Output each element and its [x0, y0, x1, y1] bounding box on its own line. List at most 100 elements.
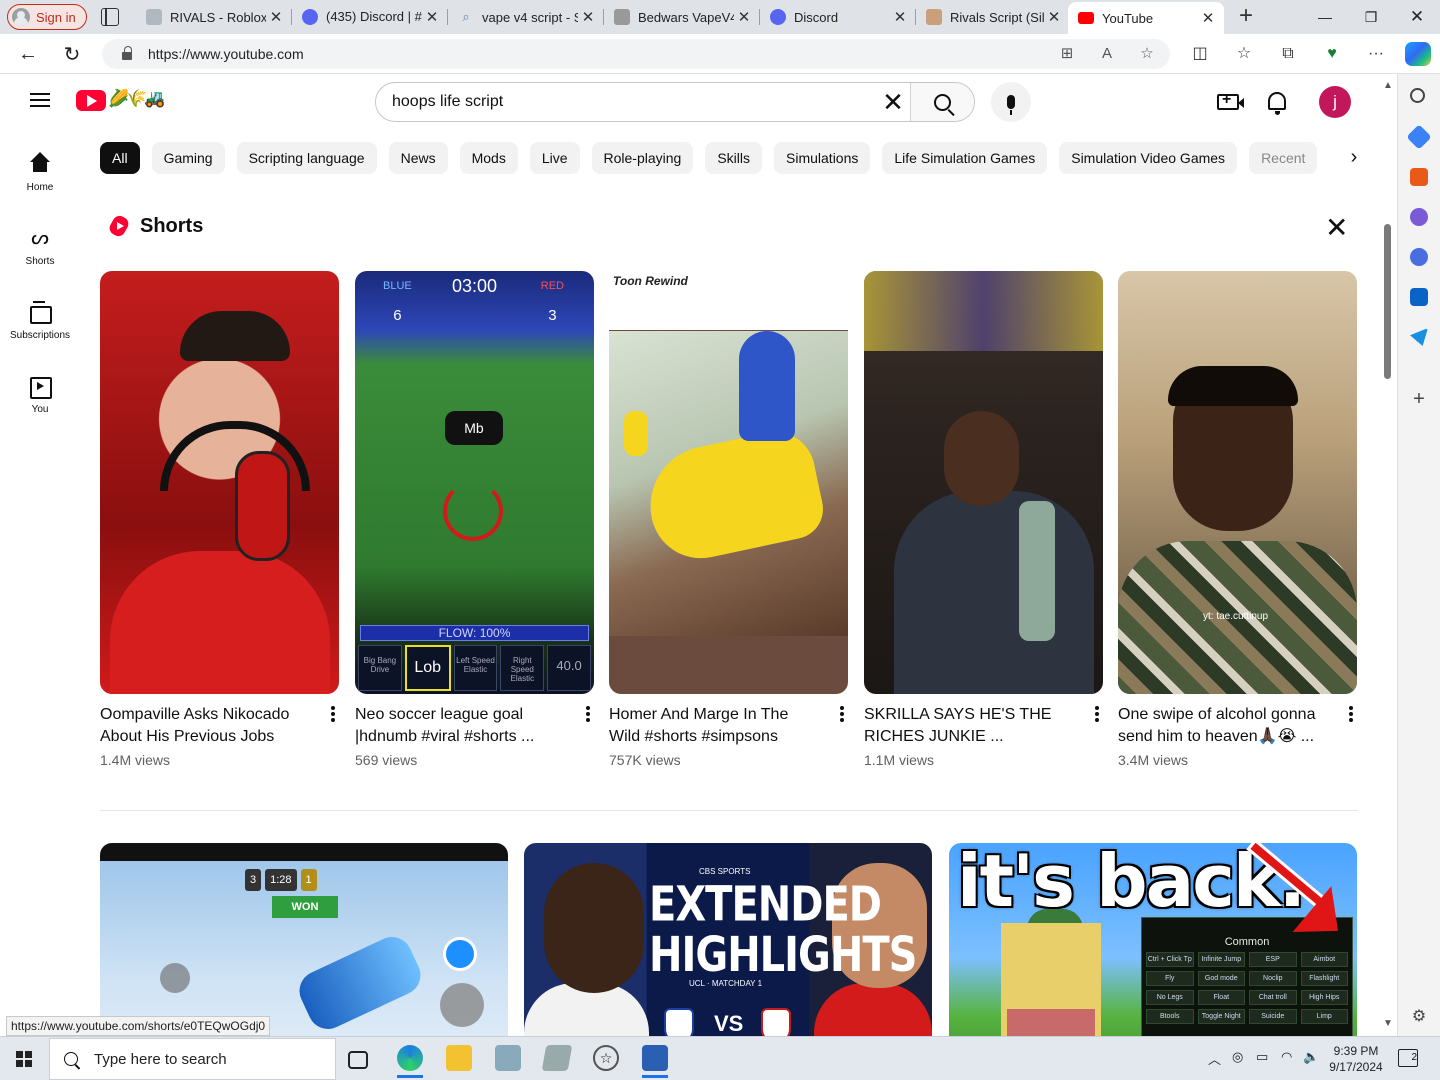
scrollbar-thumb[interactable] [1384, 224, 1391, 379]
chip-mods[interactable]: Mods [459, 142, 518, 174]
taskbar-search[interactable]: Type here to search [49, 1038, 336, 1080]
new-tab-button[interactable]: + [1236, 4, 1256, 29]
youtube-logo-icon[interactable] [76, 90, 106, 111]
chip-simulation-video-games[interactable]: Simulation Video Games [1059, 142, 1238, 174]
close-tab-icon[interactable]: ✕ [578, 8, 598, 26]
create-video-icon[interactable] [1217, 91, 1239, 110]
guide-menu-icon[interactable] [30, 93, 50, 107]
scroll-up-icon[interactable]: ▲ [1383, 80, 1393, 91]
notifications-bell-icon[interactable] [1268, 92, 1286, 115]
chip-simulations[interactable]: Simulations [774, 142, 871, 174]
meet-now-icon[interactable]: ◎ [1232, 1049, 1243, 1065]
tab-rivals-roblox[interactable]: RIVALS - Roblox ✕ [136, 0, 292, 34]
file-explorer-icon[interactable] [446, 1045, 472, 1071]
close-tab-icon[interactable]: ✕ [1198, 9, 1218, 27]
video-thumbnail[interactable]: 3 1:28 1 WON [100, 843, 508, 1036]
tab-rivals-script[interactable]: Rivals Script (Silen ✕ [916, 0, 1070, 34]
page-scrollbar[interactable]: ▲ ▼ [1378, 74, 1397, 1036]
app-pinned-icon[interactable] [541, 1045, 573, 1071]
short-thumbnail[interactable]: yt: tae.cuttinup [1118, 271, 1357, 694]
guide-shorts[interactable]: ᔕ Shorts [0, 226, 80, 267]
more-actions-icon[interactable] [586, 706, 590, 722]
chip-live[interactable]: Live [529, 142, 580, 174]
clear-search-icon[interactable]: ✕ [876, 84, 910, 120]
chip-skills[interactable]: Skills [705, 142, 763, 174]
split-screen-icon[interactable]: ◫ [1188, 42, 1212, 66]
youtube-doodle-icon[interactable]: 🌽🌾🚜 [108, 89, 165, 109]
collections-icon[interactable]: ⧉ [1276, 42, 1300, 66]
chip-all[interactable]: All [100, 142, 140, 174]
battery-icon[interactable]: ▭ [1256, 1049, 1268, 1065]
short-thumbnail[interactable]: Toon Rewind [609, 271, 848, 694]
app-pinned-star-icon[interactable]: ☆ [593, 1045, 619, 1071]
video-thumbnail[interactable]: it's back. Common Ctrl + Click Tp Infinit… [949, 843, 1357, 1036]
tab-discord-435[interactable]: (435) Discord | #🔔 ✕ [292, 0, 448, 34]
app-pinned-window-icon[interactable] [642, 1045, 668, 1078]
tab-discord[interactable]: Discord ✕ [760, 0, 916, 34]
short-card[interactable]: Toon Rewind Homer And Marge In The Wild … [609, 271, 848, 768]
tab-youtube-active[interactable]: YouTube ✕ [1068, 2, 1224, 34]
chip-news[interactable]: News [388, 142, 448, 174]
short-title[interactable]: Oompaville Asks Nikocado About His Previ… [100, 704, 311, 748]
short-card[interactable]: BLUE 6 03:00 RED 3 Mb FLOW: 100% Big Bang … [355, 271, 594, 768]
system-clock[interactable]: 9:39 PM 9/17/2024 [1322, 1043, 1390, 1075]
voice-search-button[interactable] [991, 82, 1031, 122]
short-card[interactable]: Oompaville Asks Nikocado About His Previ… [100, 271, 339, 768]
tab-actions-icon[interactable] [101, 8, 119, 26]
add-sidebar-app-icon[interactable]: + [1410, 389, 1428, 409]
guide-you[interactable]: You [0, 374, 80, 415]
close-tab-icon[interactable]: ✕ [734, 8, 754, 26]
favorites-icon[interactable]: ☆ [1232, 42, 1256, 66]
back-button[interactable]: ← [16, 42, 40, 66]
settings-more-icon[interactable]: ··· [1364, 42, 1388, 66]
close-tab-icon[interactable]: ✕ [422, 8, 442, 26]
apps-available-icon[interactable]: ⊞ [1057, 44, 1077, 64]
send-drop-icon[interactable] [1410, 328, 1428, 346]
chip-recent[interactable]: Recent [1249, 142, 1318, 174]
refresh-button[interactable]: ↻ [60, 42, 84, 66]
task-view-icon[interactable] [348, 1051, 368, 1069]
address-bar[interactable]: https://www.youtube.com ⊞ A ☆ [102, 39, 1170, 69]
more-actions-icon[interactable] [331, 706, 335, 722]
guide-home[interactable]: Home [0, 152, 80, 193]
copilot-icon[interactable] [1405, 42, 1431, 66]
notification-center-icon[interactable]: 2 [1398, 1049, 1418, 1067]
short-thumbnail[interactable] [100, 271, 339, 694]
dismiss-shelf-icon[interactable]: ✕ [1325, 214, 1348, 242]
read-aloud-icon[interactable]: A [1097, 44, 1117, 64]
chip-scripting-language[interactable]: Scripting language [236, 142, 377, 174]
sidebar-settings-gear-icon[interactable]: ⚙ [1410, 1008, 1428, 1026]
short-card[interactable]: yt: tae.cuttinup One swipe of alcohol go… [1118, 271, 1357, 768]
short-title[interactable]: SKRILLA SAYS HE'S THE RICHES JUNKIE ... [864, 704, 1075, 748]
outlook-icon[interactable] [1410, 288, 1428, 306]
favorite-star-icon[interactable]: ☆ [1137, 44, 1157, 64]
tab-vape-search[interactable]: ⌕ vape v4 script - Se ✕ [448, 0, 604, 34]
short-thumbnail[interactable] [864, 271, 1103, 694]
chip-gaming[interactable]: Gaming [151, 142, 225, 174]
short-title[interactable]: Neo soccer league goal |hdnumb #viral #s… [355, 704, 566, 748]
minimize-button[interactable]: — [1302, 0, 1348, 34]
browser-essentials-icon[interactable]: ♥ [1320, 42, 1344, 66]
app-pinned-icon[interactable] [495, 1045, 521, 1071]
profile-sign-in-button[interactable]: Sign in [7, 4, 87, 30]
search-input[interactable]: hoops life script [376, 93, 876, 111]
windows-start-icon[interactable] [16, 1051, 32, 1067]
shopping-tag-icon[interactable] [1406, 124, 1432, 150]
microsoft-365-icon[interactable] [1410, 248, 1428, 266]
tools-briefcase-icon[interactable] [1410, 168, 1428, 186]
wifi-icon[interactable]: ◠ [1281, 1049, 1292, 1065]
close-window-button[interactable]: ✕ [1394, 0, 1440, 34]
restore-button[interactable]: ❐ [1348, 0, 1394, 34]
short-title[interactable]: Homer And Marge In The Wild #shorts #sim… [609, 704, 820, 748]
close-tab-icon[interactable]: ✕ [890, 8, 910, 26]
games-icon[interactable] [1410, 208, 1428, 226]
more-actions-icon[interactable] [840, 706, 844, 722]
short-card[interactable]: SKRILLA SAYS HE'S THE RICHES JUNKIE ... … [864, 271, 1103, 768]
close-tab-icon[interactable]: ✕ [1044, 8, 1064, 26]
sidebar-search-icon[interactable] [1410, 88, 1425, 103]
volume-icon[interactable]: 🔈 [1303, 1049, 1319, 1065]
chip-life-simulation-games[interactable]: Life Simulation Games [882, 142, 1048, 174]
short-title[interactable]: One swipe of alcohol gonna send him to h… [1118, 704, 1329, 748]
guide-subscriptions[interactable]: Subscriptions [0, 300, 80, 341]
edge-taskbar-icon[interactable] [397, 1045, 423, 1078]
